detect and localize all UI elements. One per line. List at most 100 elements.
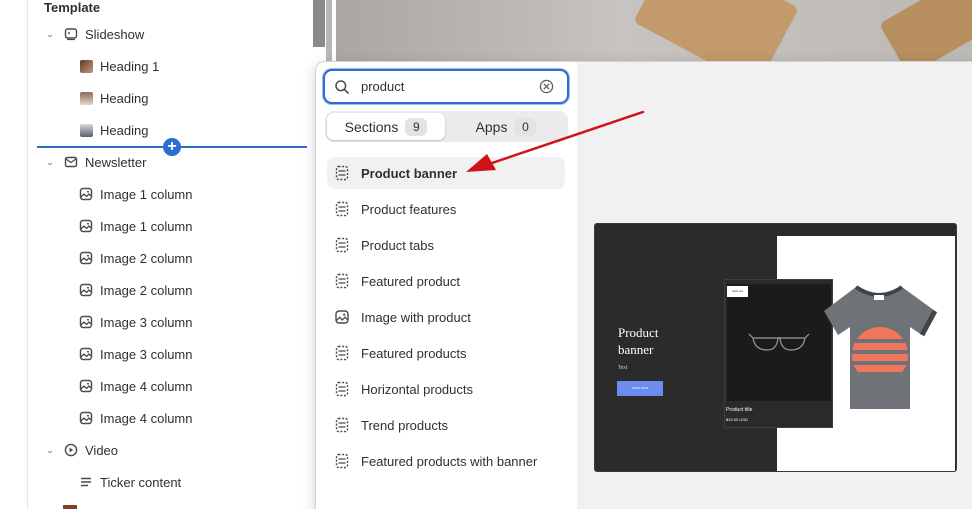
glasses-icon (748, 333, 810, 351)
tree-block-ticker-content[interactable]: Ticker content (79, 472, 181, 492)
result-featured-products-with-banner[interactable]: Featured products with banner (327, 445, 565, 477)
section-list-column: Sections 9 Apps 0 Product banner Product… (316, 62, 577, 509)
section-icon (335, 165, 349, 181)
tab-label: Sections (344, 118, 399, 135)
tree-block-image[interactable]: Image 1 column (79, 184, 193, 204)
tab-switcher: Sections 9 Apps 0 (325, 111, 568, 142)
chevron-down-icon[interactable]: ⌄ (44, 445, 56, 456)
section-icon (335, 273, 349, 289)
result-trend-products[interactable]: Trend products (327, 409, 565, 441)
section-icon (335, 237, 349, 253)
section-icon (335, 453, 349, 469)
add-section-popover: Sections 9 Apps 0 Product banner Product… (315, 61, 972, 509)
image-icon (79, 251, 93, 265)
preview-button-label: SHOP NOW (631, 386, 649, 390)
product-banner-preview: Product banner Text SHOP NOW Sold out Pr… (594, 223, 957, 472)
preview-button: SHOP NOW (617, 381, 663, 396)
tree-block-heading[interactable]: Heading (79, 88, 148, 108)
tree-label: Image 2 column (100, 250, 193, 266)
tree-block-image[interactable]: Image 3 column (79, 344, 193, 364)
preview-product-image (727, 284, 831, 401)
preview-product-card: Sold out Product title $10.00 USD (724, 279, 833, 428)
next-item-thumb-icon (63, 505, 77, 509)
clear-search-icon[interactable] (539, 79, 554, 94)
preview-product-title: Product title (726, 407, 753, 413)
tree-section-slideshow[interactable]: ⌄ Slideshow (44, 24, 144, 44)
result-featured-product[interactable]: Featured product (327, 265, 565, 297)
result-label: Horizontal products (361, 381, 473, 397)
result-product-features[interactable]: Product features (327, 193, 565, 225)
tree-label: Image 4 column (100, 378, 193, 394)
tab-apps[interactable]: Apps 0 (447, 113, 565, 140)
tree-block-image[interactable]: Image 1 column (79, 216, 193, 236)
result-label: Image with product (361, 309, 471, 325)
tree-section-newsletter[interactable]: ⌄ Newsletter (44, 152, 146, 172)
image-thumb-icon (79, 59, 93, 73)
result-product-banner[interactable]: Product banner (327, 157, 565, 189)
tree-label: Image 4 column (100, 410, 193, 426)
slideshow-icon (64, 27, 78, 41)
section-icon (335, 201, 349, 217)
tree-label: Newsletter (85, 154, 147, 170)
tree-label: Image 1 column (100, 218, 193, 234)
tree-label: Image 3 column (100, 314, 193, 330)
result-label: Trend products (361, 417, 448, 433)
tree-block-heading-1[interactable]: Heading 1 (79, 56, 159, 76)
image-thumb-icon (79, 91, 93, 105)
envelope-icon (64, 155, 78, 169)
search-icon (335, 79, 349, 94)
sold-out-badge: Sold out (727, 286, 748, 297)
image-icon (335, 310, 349, 324)
template-sidebar: Template ⌄ Slideshow Heading 1 Heading H… (0, 0, 325, 509)
result-horizontal-products[interactable]: Horizontal products (327, 373, 565, 405)
tree-label: Heading 1 (100, 58, 160, 74)
section-icon (335, 417, 349, 433)
result-label: Featured product (361, 273, 461, 289)
search-field[interactable] (323, 69, 569, 104)
tree-block-image[interactable]: Image 4 column (79, 376, 193, 396)
tree-label: Image 1 column (100, 186, 193, 202)
tree-section-video[interactable]: ⌄ Video (44, 440, 118, 460)
tree-label: Heading (100, 90, 149, 106)
tab-label: Apps (475, 118, 508, 135)
count-badge: 9 (405, 117, 428, 136)
result-label: Featured products (361, 345, 467, 361)
tab-sections[interactable]: Sections 9 (327, 113, 445, 140)
image-thumb-icon (79, 123, 93, 137)
result-label: Product banner (361, 165, 458, 181)
section-preview-panel: Product banner Text SHOP NOW Sold out Pr… (577, 62, 972, 509)
text-lines-icon (79, 475, 93, 489)
result-product-tabs[interactable]: Product tabs (327, 229, 565, 261)
tree-label: Heading (100, 122, 149, 138)
section-icon (335, 345, 349, 361)
image-icon (79, 283, 93, 297)
template-title: Template (44, 0, 101, 15)
tree-block-image[interactable]: Image 3 column (79, 312, 193, 332)
image-icon (79, 187, 93, 201)
add-section-plus-icon[interactable]: + (163, 138, 181, 156)
sidebar-scrollbar[interactable] (313, 0, 325, 47)
preview-title: Product banner (618, 325, 659, 357)
result-featured-products[interactable]: Featured products (327, 337, 565, 369)
image-icon (79, 379, 93, 393)
tree-block-image[interactable]: Image 4 column (79, 408, 193, 428)
result-image-with-product[interactable]: Image with product (327, 301, 565, 333)
result-label: Featured products with banner (361, 453, 538, 469)
tree-block-image[interactable]: Image 2 column (79, 248, 193, 268)
chevron-down-icon[interactable]: ⌄ (44, 157, 56, 168)
count-badge: 0 (514, 117, 537, 136)
tree-label: Image 2 column (100, 282, 193, 298)
image-icon (79, 219, 93, 233)
search-input[interactable] (361, 79, 521, 94)
tree-block-image[interactable]: Image 2 column (79, 280, 193, 300)
chevron-down-icon[interactable]: ⌄ (44, 29, 56, 40)
result-label: Product features (361, 201, 457, 217)
section-icon (335, 381, 349, 397)
image-icon (79, 315, 93, 329)
result-label: Product tabs (361, 237, 434, 253)
tshirt-icon (824, 285, 937, 409)
tree-label: Ticker content (100, 474, 182, 490)
tree-block-heading[interactable]: Heading (79, 120, 148, 140)
tree-label: Slideshow (85, 26, 145, 42)
tree-label: Image 3 column (100, 346, 193, 362)
